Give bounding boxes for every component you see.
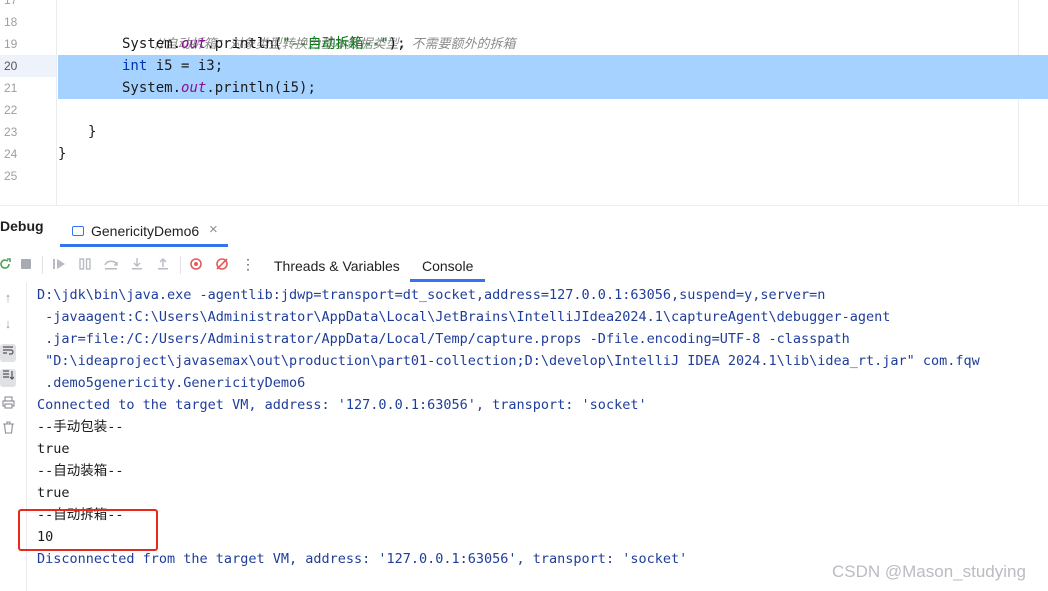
current-line-number: 20 bbox=[0, 55, 56, 77]
tab-console[interactable]: Console bbox=[410, 252, 486, 282]
code-token: ); bbox=[388, 36, 406, 52]
line-number: 17 bbox=[4, 0, 18, 7]
highlight-annotation-box bbox=[18, 509, 158, 551]
code-token: .println( bbox=[206, 36, 283, 52]
session-tab-label: GenericityDemo6 bbox=[91, 223, 200, 239]
debug-session-tab[interactable]: GenericityDemo6 × bbox=[60, 211, 228, 247]
debug-header: Debug GenericityDemo6 × bbox=[0, 206, 1048, 247]
console-line: D:\jdk\bin\java.exe -agentlib:jdwp=trans… bbox=[37, 287, 826, 303]
window-icon bbox=[72, 226, 84, 236]
step-out-icon[interactable] bbox=[154, 255, 172, 273]
view-breakpoints-icon[interactable] bbox=[187, 255, 205, 273]
code-token: i5 = i3; bbox=[147, 58, 224, 74]
stop-icon[interactable] bbox=[17, 255, 35, 273]
resume-icon[interactable] bbox=[50, 255, 68, 273]
code-line-24[interactable]: } bbox=[58, 143, 66, 165]
line-number: 24 bbox=[4, 147, 18, 161]
code-line-23[interactable]: } bbox=[88, 121, 96, 143]
console-line: --手动包装-- bbox=[37, 419, 124, 435]
toolbar-divider bbox=[180, 256, 181, 274]
line-number: 23 bbox=[4, 125, 18, 139]
code-field: out bbox=[181, 80, 207, 96]
close-icon[interactable]: × bbox=[209, 221, 218, 238]
gutter-divider bbox=[56, 0, 57, 205]
console-line: -javaagent:C:\Users\Administrator\AppDat… bbox=[37, 309, 891, 325]
step-over-icon[interactable] bbox=[102, 255, 120, 273]
console-line: .jar=file:/C:/Users/Administrator/AppDat… bbox=[37, 331, 850, 347]
right-margin-guide bbox=[1018, 0, 1019, 205]
rerun-icon[interactable] bbox=[0, 255, 14, 273]
print-icon[interactable] bbox=[0, 396, 16, 414]
code-field: out bbox=[181, 36, 207, 52]
toolbar-divider bbox=[42, 256, 43, 274]
line-number-gutter: 17 18 19 20 21 22 23 24 25 bbox=[0, 0, 56, 205]
mute-breakpoints-icon[interactable] bbox=[213, 255, 231, 273]
line-number: 22 bbox=[4, 103, 18, 117]
line-number: 25 bbox=[4, 169, 18, 183]
scroll-to-end-icon[interactable] bbox=[0, 369, 16, 387]
code-line-20[interactable]: int i5 = i3; bbox=[122, 55, 223, 77]
code-keyword: int bbox=[122, 58, 148, 74]
console-line: --自动装箱-- bbox=[37, 463, 124, 479]
arrow-down-icon[interactable]: ↓ bbox=[0, 316, 16, 334]
code-token: System. bbox=[122, 80, 182, 96]
console-line: true bbox=[37, 485, 70, 501]
code-line-21[interactable]: System.out.println(i5); bbox=[122, 77, 316, 99]
code-string: "--自动拆箱--" bbox=[282, 36, 389, 52]
console-line: .demo5genericity.GenericityDemo6 bbox=[37, 375, 306, 391]
debug-toolbar: ⋮ Threads & Variables Console bbox=[0, 246, 1048, 282]
tab-threads-variables[interactable]: Threads & Variables bbox=[262, 252, 412, 282]
line-number: 18 bbox=[4, 15, 18, 29]
console-line: --自动拆箱-- bbox=[37, 507, 124, 523]
code-line-18[interactable]: //自动拆箱：对象类型转换为基本数据类型，不需要额外的拆箱 bbox=[122, 11, 516, 52]
more-options-icon[interactable]: ⋮ bbox=[239, 255, 257, 273]
code-editor[interactable]: 17 18 19 20 21 22 23 24 25 //自动拆箱：对象类型转换… bbox=[0, 0, 1048, 205]
console-line: true bbox=[37, 441, 70, 457]
soft-wrap-icon[interactable] bbox=[0, 344, 16, 362]
watermark: CSDN @Mason_studying bbox=[832, 562, 1026, 581]
console-line: Connected to the target VM, address: '12… bbox=[37, 397, 647, 413]
console-side-toolbar: ↑ ↓ bbox=[0, 286, 18, 586]
code-token: System. bbox=[122, 36, 182, 52]
arrow-up-icon[interactable]: ↑ bbox=[0, 290, 16, 308]
console-line: 10 bbox=[37, 529, 54, 545]
code-line-19[interactable]: System.out.println("--自动拆箱--"); bbox=[122, 33, 406, 55]
console-output[interactable]: D:\jdk\bin\java.exe -agentlib:jdwp=trans… bbox=[37, 284, 1037, 570]
debug-title: Debug bbox=[0, 218, 44, 234]
trash-icon[interactable] bbox=[0, 421, 16, 439]
line-number: 21 bbox=[4, 81, 18, 95]
pause-icon[interactable] bbox=[76, 255, 94, 273]
code-token: .println(i5); bbox=[206, 80, 316, 96]
line-number: 19 bbox=[4, 37, 18, 51]
console-line: "D:\ideaproject\javasemax\out\production… bbox=[37, 353, 980, 369]
step-into-icon[interactable] bbox=[128, 255, 146, 273]
